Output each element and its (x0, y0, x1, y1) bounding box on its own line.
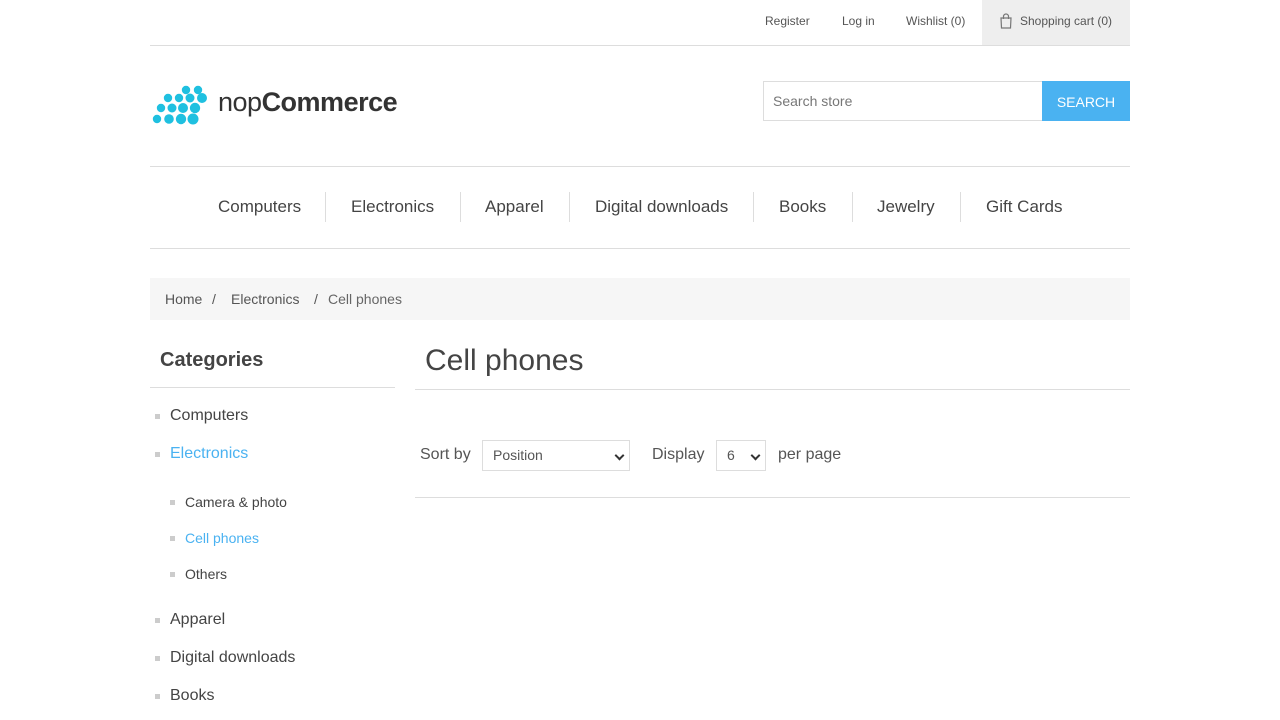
store-logo[interactable]: nopCommerce (152, 84, 402, 128)
wishlist-link[interactable]: Wishlist (0) (906, 0, 965, 45)
subcategory-cell-phones[interactable]: Cell phones (185, 530, 259, 546)
menu-item-books[interactable]: Books (779, 167, 826, 248)
page-size-select[interactable]: 6 (716, 440, 766, 471)
list-bullet (155, 452, 160, 457)
breadcrumb: Home / Electronics / Cell phones (150, 278, 1130, 320)
category-books[interactable]: Books (170, 687, 214, 705)
breadcrumb-electronics[interactable]: Electronics (231, 278, 299, 320)
breadcrumb-current: Cell phones (328, 291, 402, 307)
subcategory-camera-photo[interactable]: Camera & photo (185, 494, 287, 510)
search-input[interactable]: Search store (763, 81, 1043, 121)
list-bullet (170, 536, 175, 541)
shopping-cart-label: Shopping cart (0) (1020, 14, 1113, 28)
breadcrumb-home[interactable]: Home (165, 278, 202, 320)
category-electronics[interactable]: Electronics (170, 445, 248, 463)
chevron-down-icon (750, 450, 761, 461)
breadcrumb-separator: / (212, 291, 216, 307)
divider (415, 389, 1130, 390)
logo-wordmark: nopCommerce (218, 87, 398, 118)
login-link[interactable]: Log in (842, 0, 875, 45)
menu-item-jewelry[interactable]: Jewelry (877, 167, 935, 248)
chevron-down-icon (614, 450, 625, 461)
display-label: Display (652, 446, 705, 463)
page-title: Cell phones (425, 344, 584, 377)
menu-separator (960, 192, 961, 222)
breadcrumb-separator: / (314, 291, 318, 307)
shopping-cart-link[interactable]: Shopping cart (0) (982, 0, 1130, 45)
shopping-bag-icon (1000, 13, 1012, 29)
list-bullet (170, 500, 175, 505)
menu-separator (852, 192, 853, 222)
search-button[interactable]: SEARCH (1042, 81, 1130, 121)
divider (415, 497, 1130, 498)
menu-item-digital-downloads[interactable]: Digital downloads (595, 167, 728, 248)
per-page-label: per page (778, 446, 842, 463)
logo-dots-icon (152, 85, 207, 125)
menu-separator (460, 192, 461, 222)
list-bullet (155, 618, 160, 623)
logo-wordmark-prefix: nop (218, 87, 262, 117)
menu-separator (569, 192, 570, 222)
list-bullet (155, 656, 160, 661)
menu-item-electronics[interactable]: Electronics (351, 167, 434, 248)
menu-item-apparel[interactable]: Apparel (485, 167, 544, 248)
subcategory-others[interactable]: Others (185, 566, 227, 582)
header-links-bar: Register Log in Wishlist (0) Shopping ca… (150, 0, 1130, 46)
sort-by-select[interactable]: Position (482, 440, 630, 471)
list-bullet (155, 694, 160, 699)
top-menu: Computers Electronics Apparel Digital do… (150, 166, 1130, 249)
register-link[interactable]: Register (765, 0, 810, 45)
sort-by-label: Sort by (420, 446, 471, 463)
category-apparel[interactable]: Apparel (170, 611, 225, 629)
categories-title: Categories (160, 349, 264, 371)
list-bullet (155, 414, 160, 419)
category-digital-downloads[interactable]: Digital downloads (170, 649, 295, 667)
logo-wordmark-suffix: Commerce (261, 87, 398, 117)
menu-item-computers[interactable]: Computers (218, 167, 301, 248)
sort-by-value: Position (493, 447, 543, 463)
list-bullet (170, 572, 175, 577)
menu-item-gift-cards[interactable]: Gift Cards (986, 167, 1063, 248)
menu-separator (753, 192, 754, 222)
page-size-value: 6 (727, 447, 735, 463)
menu-separator (325, 192, 326, 222)
divider (150, 387, 395, 388)
category-computers[interactable]: Computers (170, 407, 248, 425)
